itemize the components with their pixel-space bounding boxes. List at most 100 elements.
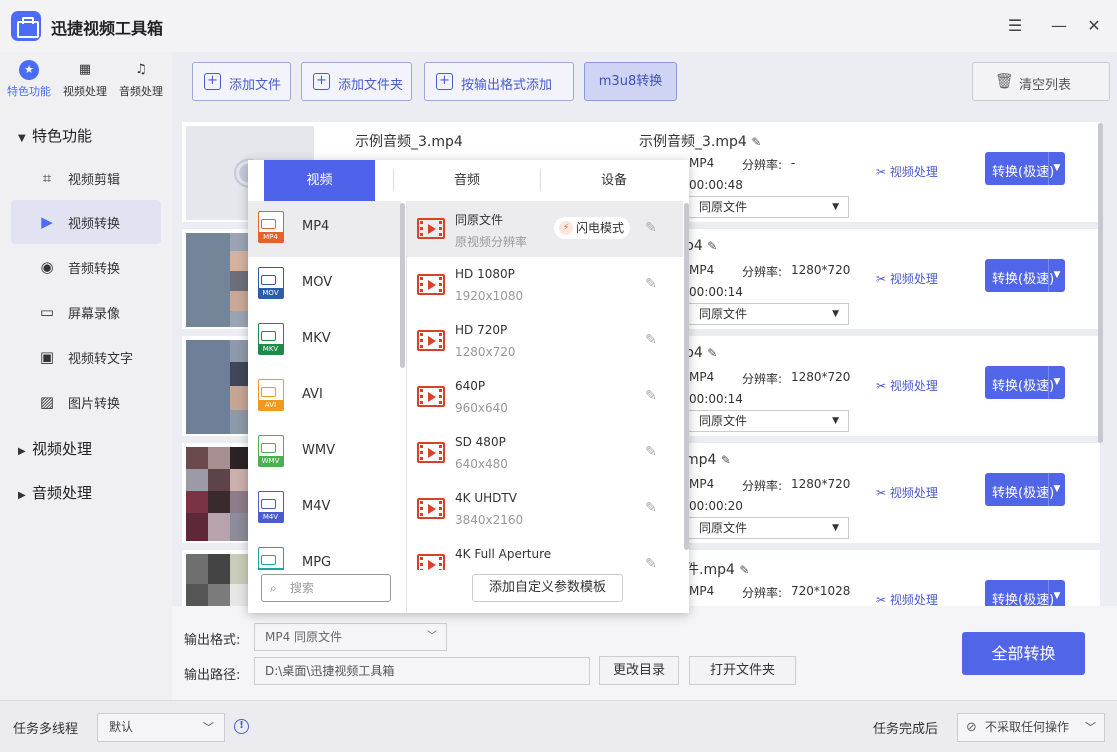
edit-icon[interactable]: ✎ — [645, 500, 662, 517]
preset-select[interactable]: 同原文件 ▼ — [687, 517, 849, 539]
edit-icon[interactable]: ✎ — [645, 444, 662, 461]
convert-button[interactable]: 转换(极速) ▼ — [985, 580, 1065, 606]
button-label: 按输出格式添加 — [461, 78, 553, 93]
button-label: 清空列表 — [1019, 78, 1072, 93]
preset-select[interactable]: 同原文件 ▼ — [687, 303, 849, 325]
preset-item[interactable]: 640P 960x640 ✎ — [407, 369, 683, 425]
tab-label: 视频处理 — [63, 85, 107, 98]
video-process-link[interactable]: ✂ 视频处理 — [876, 163, 938, 180]
tab-audio-processing[interactable]: ♫ 音频处理 — [113, 60, 169, 99]
open-folder-button[interactable]: 打开文件夹 — [689, 656, 796, 685]
screen-record-icon: ▭ — [39, 303, 55, 321]
add-custom-template-button[interactable]: 添加自定义参数模板 — [472, 574, 623, 602]
format-item-mp4[interactable]: MP4 MP4 — [248, 201, 401, 257]
add-file-button[interactable]: + 添加文件 — [192, 62, 291, 101]
format-list-scrollbar[interactable] — [400, 203, 405, 368]
preset-select[interactable]: 同原文件 ▼ — [687, 410, 849, 432]
video-process-link[interactable]: ✂ 视频处理 — [876, 484, 938, 501]
clear-list-button[interactable]: 🗑 清空列表 — [972, 62, 1110, 101]
edit-icon[interactable]: ✎ — [645, 332, 662, 349]
group-special-features[interactable]: ▼ 特色功能 — [18, 125, 92, 146]
convert-button[interactable]: 转换(极速) ▼ — [985, 152, 1065, 185]
preset-item[interactable]: HD 1080P 1920x1080 ✎ — [407, 257, 683, 313]
convert-button[interactable]: 转换(极速) ▼ — [985, 473, 1065, 506]
add-by-format-button[interactable]: + 按输出格式添加 — [424, 62, 574, 101]
m3u8-convert-button[interactable]: m3u8转换 — [584, 62, 677, 101]
convert-dropdown-icon[interactable]: ▼ — [1048, 259, 1065, 292]
resolution-value: - — [791, 156, 796, 170]
format-item-wmv[interactable]: WMV WMV — [248, 425, 401, 481]
format-item-mpg[interactable]: MPG MPG — [248, 537, 401, 570]
change-directory-button[interactable]: 更改目录 — [599, 656, 679, 685]
menu-icon[interactable]: ☰ — [1003, 14, 1027, 38]
sidebar-item-video-to-text[interactable]: ▣ 视频转文字 — [11, 335, 161, 379]
mkv-file-icon: MKV — [258, 323, 284, 355]
preset-item[interactable]: 4K UHDTV 3840x2160 ✎ — [407, 481, 683, 537]
rename-pencil-icon[interactable]: ✎ — [721, 453, 731, 467]
format-item-avi[interactable]: AVI AVI — [248, 369, 401, 425]
file-list-scrollbar[interactable] — [1098, 123, 1103, 443]
output-name[interactable]: p4 ✎ — [685, 345, 717, 361]
output-name[interactable]: p4 ✎ — [685, 238, 717, 254]
format-name: M4V — [302, 499, 331, 514]
preset-select[interactable]: 同原文件 ▼ — [687, 196, 849, 218]
film-icon — [417, 554, 445, 570]
close-icon[interactable]: ✕ — [1082, 14, 1106, 38]
preset-item[interactable]: 同原文件 原视频分辨率 ⚡ 闪电模式 ✎ — [407, 201, 683, 257]
after-complete-select[interactable]: ⊘ 不采取任何操作 ﹀ — [957, 713, 1105, 742]
rename-pencil-icon[interactable]: ✎ — [707, 346, 717, 360]
rename-pencil-icon[interactable]: ✎ — [707, 239, 717, 253]
edit-icon[interactable]: ✎ — [645, 388, 662, 405]
format-item-m4v[interactable]: M4V M4V — [248, 481, 401, 537]
sidebar-item-image-convert[interactable]: ▨ 图片转换 — [11, 380, 161, 424]
preset-item[interactable]: HD 720P 1280x720 ✎ — [407, 313, 683, 369]
threads-select[interactable]: 默认 ﹀ — [97, 713, 225, 742]
output-format-select[interactable]: MP4 同原文件 ﹀ — [254, 623, 447, 651]
resolution-label: 分辨率: — [742, 479, 783, 493]
preset-item[interactable]: SD 480P 640x480 ✎ — [407, 425, 683, 481]
output-name[interactable]: 示例音频_3.mp4 ✎ — [639, 131, 761, 151]
sidebar-item-screen-record[interactable]: ▭ 屏幕录像 — [11, 290, 161, 334]
output-path-field[interactable]: D:\桌面\迅捷视频工具箱 — [254, 657, 590, 685]
group-video-processing[interactable]: ▶ 视频处理 — [18, 438, 92, 459]
rename-pencil-icon[interactable]: ✎ — [739, 563, 749, 577]
tab-device[interactable]: 设备 — [541, 160, 687, 201]
output-name[interactable]: 件.mp4 ✎ — [685, 559, 749, 579]
rename-pencil-icon[interactable]: ✎ — [751, 135, 761, 149]
preset-list: 同原文件 原视频分辨率 ⚡ 闪电模式 ✎ HD 1080P 1920x1080 ✎… — [407, 201, 683, 570]
video-process-link[interactable]: ✂ 视频处理 — [876, 377, 938, 394]
add-folder-button[interactable]: + 添加文件夹 — [301, 62, 412, 101]
tab-audio[interactable]: 音频 — [394, 160, 540, 201]
tab-video-processing[interactable]: ▦ 视频处理 — [57, 60, 113, 99]
edit-icon[interactable]: ✎ — [645, 220, 662, 237]
video-process-link[interactable]: ✂ 视频处理 — [876, 270, 938, 287]
sidebar-item-video-edit[interactable]: ⌗ 视频剪辑 — [11, 156, 161, 200]
output-name[interactable]: mp4 ✎ — [685, 452, 731, 468]
preset-list-scrollbar[interactable] — [684, 203, 689, 550]
convert-dropdown-icon[interactable]: ▼ — [1048, 580, 1065, 606]
format-search-input[interactable]: ⌕ 搜索 — [261, 574, 391, 602]
format-item-mov[interactable]: MOV MOV — [248, 257, 401, 313]
convert-dropdown-icon[interactable]: ▼ — [1048, 152, 1065, 185]
tab-video[interactable]: 视频 — [264, 160, 375, 201]
group-audio-processing[interactable]: ▶ 音频处理 — [18, 482, 92, 503]
convert-dropdown-icon[interactable]: ▼ — [1048, 366, 1065, 399]
sidebar-item-audio-convert[interactable]: ◉ 音频转换 — [11, 245, 161, 289]
convert-all-button[interactable]: 全部转换 — [962, 632, 1085, 675]
preset-item[interactable]: 4K Full Aperture ✎ — [407, 537, 683, 570]
sidebar-item-video-convert[interactable]: ▶ 视频转换 — [11, 200, 161, 244]
video-process-link[interactable]: ✂ 视频处理 — [876, 591, 938, 606]
info-icon[interactable]: ! — [234, 719, 249, 734]
preset-value: 同原文件 — [699, 200, 748, 214]
convert-dropdown-icon[interactable]: ▼ — [1048, 473, 1065, 506]
group-label: 特色功能 — [32, 127, 93, 145]
edit-icon[interactable]: ✎ — [645, 276, 662, 293]
tab-special-features[interactable]: ★ 特色功能 — [1, 60, 57, 99]
minimize-icon[interactable]: — — [1047, 14, 1071, 38]
edit-icon[interactable]: ✎ — [645, 556, 662, 570]
button-label: 转换(极速) — [992, 165, 1055, 180]
convert-button[interactable]: 转换(极速) ▼ — [985, 259, 1065, 292]
format-value: MP4 — [689, 156, 715, 170]
convert-button[interactable]: 转换(极速) ▼ — [985, 366, 1065, 399]
format-item-mkv[interactable]: MKV MKV — [248, 313, 401, 369]
